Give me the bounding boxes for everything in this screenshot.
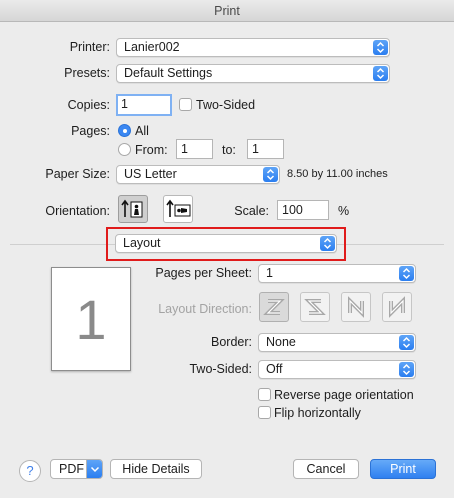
paper-size-popup[interactable]: US Letter bbox=[116, 165, 280, 184]
pages-all-radio[interactable] bbox=[118, 124, 131, 137]
two-sided-label: Two-Sided bbox=[196, 98, 256, 112]
layout-direction-reverse-n bbox=[382, 292, 412, 322]
print-button[interactable]: Print bbox=[370, 459, 436, 479]
presets-popup[interactable]: Default Settings bbox=[116, 64, 390, 83]
z-direction-icon bbox=[263, 299, 285, 315]
orientation-label: Orientation: bbox=[45, 204, 110, 218]
chevron-down-icon bbox=[86, 460, 102, 478]
two-sided-checkbox[interactable] bbox=[179, 98, 192, 111]
border-label: Border: bbox=[211, 335, 252, 349]
paper-size-label: Paper Size: bbox=[45, 167, 110, 181]
layout-two-sided-popup[interactable]: Off bbox=[258, 360, 416, 379]
pages-from-radio[interactable] bbox=[118, 143, 131, 156]
section-popup[interactable]: Layout bbox=[115, 234, 337, 253]
paper-size-value: US Letter bbox=[124, 167, 177, 181]
scale-unit: % bbox=[338, 204, 350, 218]
presets-label: Presets: bbox=[64, 66, 110, 80]
reverse-orientation-checkbox[interactable] bbox=[258, 388, 271, 401]
portrait-orientation-icon bbox=[121, 199, 143, 218]
copies-label: Copies: bbox=[67, 98, 110, 112]
border-value: None bbox=[266, 335, 296, 349]
up-down-arrows-icon bbox=[399, 266, 414, 281]
up-down-arrows-icon bbox=[373, 66, 388, 81]
pages-to-label: to: bbox=[222, 143, 236, 157]
pdf-menu-button[interactable]: PDF bbox=[50, 459, 103, 479]
pages-per-sheet-popup[interactable]: 1 bbox=[258, 264, 416, 283]
copies-input[interactable]: 1 bbox=[116, 94, 172, 116]
presets-value: Default Settings bbox=[124, 66, 213, 80]
n-direction-icon bbox=[348, 296, 364, 318]
pages-all-label: All bbox=[135, 124, 149, 138]
layout-two-sided-label: Two-Sided: bbox=[189, 362, 252, 376]
portrait-button[interactable] bbox=[118, 195, 148, 223]
flip-horizontally-label: Flip horizontally bbox=[274, 406, 361, 420]
page-preview: 1 bbox=[51, 267, 131, 371]
pdf-label: PDF bbox=[59, 462, 84, 476]
up-down-arrows-icon bbox=[399, 335, 414, 350]
up-down-arrows-icon bbox=[263, 167, 278, 182]
landscape-button[interactable] bbox=[163, 195, 193, 223]
paper-dimensions: 8.50 by 11.00 inches bbox=[287, 168, 388, 180]
help-button[interactable]: ? bbox=[19, 460, 41, 482]
section-popup-value: Layout bbox=[123, 236, 161, 250]
cancel-button[interactable]: Cancel bbox=[293, 459, 359, 479]
up-down-arrows-icon bbox=[373, 40, 388, 55]
pages-per-sheet-label: Pages per Sheet: bbox=[155, 266, 252, 280]
layout-direction-reverse-z bbox=[300, 292, 330, 322]
layout-direction-z bbox=[259, 292, 289, 322]
border-popup[interactable]: None bbox=[258, 333, 416, 352]
landscape-orientation-icon bbox=[166, 199, 191, 217]
pages-from-input[interactable]: 1 bbox=[176, 139, 213, 159]
flip-horizontally-checkbox[interactable] bbox=[258, 406, 271, 419]
layout-direction-n bbox=[341, 292, 371, 322]
reverse-orientation-label: Reverse page orientation bbox=[274, 388, 414, 402]
printer-value: Lanier002 bbox=[124, 40, 180, 54]
printer-label: Printer: bbox=[69, 40, 110, 54]
up-down-arrows-icon bbox=[399, 362, 414, 377]
scale-input[interactable]: 100 bbox=[277, 200, 329, 220]
reverse-n-direction-icon bbox=[389, 296, 405, 318]
hide-details-button[interactable]: Hide Details bbox=[110, 459, 202, 479]
window-title: Print bbox=[0, 0, 454, 22]
up-down-arrows-icon bbox=[320, 236, 335, 251]
printer-popup[interactable]: Lanier002 bbox=[116, 38, 390, 57]
reverse-z-direction-icon bbox=[304, 299, 326, 315]
pages-to-input[interactable]: 1 bbox=[247, 139, 284, 159]
pages-label: Pages: bbox=[71, 124, 110, 138]
pages-per-sheet-value: 1 bbox=[266, 266, 273, 280]
scale-label: Scale: bbox=[234, 204, 269, 218]
layout-direction-label: Layout Direction: bbox=[158, 302, 252, 316]
pages-from-label: From: bbox=[135, 143, 168, 157]
layout-two-sided-value: Off bbox=[266, 362, 283, 376]
